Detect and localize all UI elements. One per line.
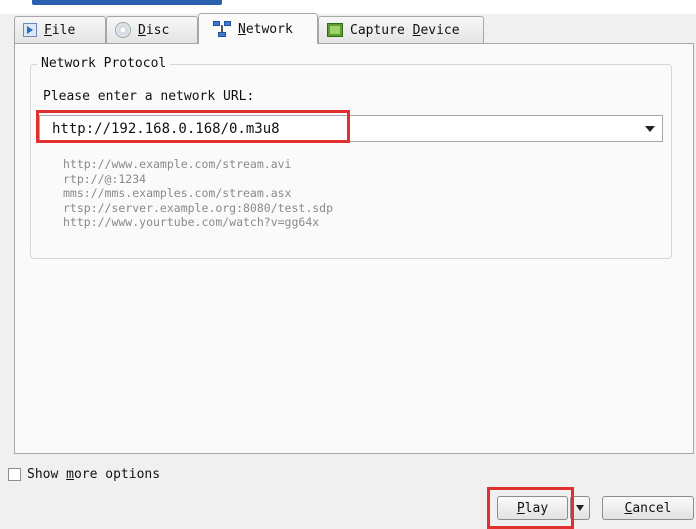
chevron-down-icon xyxy=(576,505,584,511)
cancel-button[interactable]: Cancel xyxy=(602,496,694,520)
show-more-options-checkbox[interactable] xyxy=(8,468,21,481)
network-panel: Network Protocol Please enter a network … xyxy=(14,43,694,454)
example-url: mms://mms.examples.com/stream.asx xyxy=(63,186,292,201)
top-cutoff-strip xyxy=(0,0,696,14)
tab-capture-device[interactable]: Capture Device xyxy=(318,16,484,43)
network-icon xyxy=(213,21,231,37)
tab-file[interactable]: File xyxy=(14,16,106,43)
url-input[interactable]: http://192.168.0.168/0.m3u8 xyxy=(40,121,638,137)
group-title: Network Protocol xyxy=(37,56,171,71)
capture-device-icon xyxy=(327,23,343,37)
example-url: http://www.example.com/stream.avi xyxy=(63,157,292,171)
url-examples: http://www.example.com/stream.avi rtp://… xyxy=(63,157,333,230)
network-url-combobox[interactable]: http://192.168.0.168/0.m3u8 xyxy=(39,115,663,142)
tab-network[interactable]: Network xyxy=(198,13,318,44)
show-more-options-label[interactable]: Show more options xyxy=(27,467,160,482)
url-prompt-label: Please enter a network URL: xyxy=(43,89,255,104)
source-tabs: File Disc Network Capture Device xyxy=(14,13,694,44)
network-protocol-group: Network Protocol Please enter a network … xyxy=(30,56,672,259)
show-more-options[interactable]: Show more options xyxy=(8,467,160,482)
example-url: http://www.yourtube.com/watch?v=gg64x xyxy=(63,215,320,230)
chevron-down-icon[interactable] xyxy=(638,116,662,141)
play-file-icon xyxy=(23,23,37,37)
example-url: rtp://@:1234 xyxy=(63,171,147,186)
play-dropdown-button[interactable] xyxy=(570,496,590,520)
play-button[interactable]: Play xyxy=(497,496,568,520)
example-url: rtsp://server.example.org:8080/test.sdp xyxy=(63,200,334,215)
tab-disc[interactable]: Disc xyxy=(106,16,198,43)
disc-icon xyxy=(115,22,131,38)
